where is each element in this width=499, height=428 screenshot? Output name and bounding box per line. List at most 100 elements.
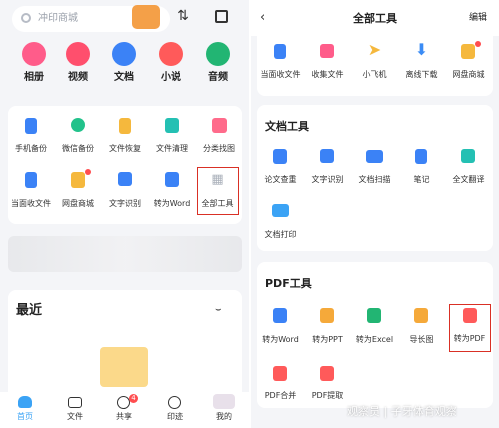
tool-notes[interactable]: 笔记: [398, 149, 445, 189]
tool-all-tools[interactable]: ▦ 全部工具: [197, 167, 239, 215]
edit-button[interactable]: 编辑: [469, 14, 487, 23]
top-icon-album[interactable]: 相册: [19, 42, 49, 88]
pdf-section-title: PDF工具: [265, 277, 312, 290]
tool-label: 文档打印: [264, 230, 297, 239]
folder-icon: [68, 397, 82, 408]
tool-phone-backup[interactable]: 手机备份: [8, 118, 54, 158]
tool-file-recovery[interactable]: 文件恢复: [102, 118, 148, 158]
tool-offline-download[interactable]: ⬇ 离线下载: [398, 40, 445, 84]
top-icon-novel[interactable]: 小说: [156, 42, 186, 88]
tool-to-word[interactable]: 转为Word: [149, 172, 195, 212]
tool-label: 网盘商城: [452, 70, 485, 79]
tool-pdf-to-excel[interactable]: 转为Excel: [351, 308, 398, 348]
promo-badge[interactable]: [132, 5, 160, 29]
document-icon: [112, 42, 136, 66]
plagiarism-icon: [273, 149, 287, 164]
tool-receive-file[interactable]: 当面收文件: [257, 44, 304, 84]
eye-closed-icon[interactable]: ⌣: [215, 305, 222, 315]
album-label: 相册: [24, 72, 44, 83]
excel-icon: [367, 308, 381, 323]
transfer-icon[interactable]: ⇅: [174, 9, 192, 23]
tool-plagiarism-check[interactable]: 论文查重: [257, 149, 304, 189]
novel-label: 小说: [161, 72, 181, 83]
translate-icon: [461, 149, 475, 163]
nav-label: 首页: [17, 412, 33, 421]
tool-small-plane[interactable]: ➤ 小飞机: [351, 40, 398, 84]
nav-label: 文件: [67, 412, 83, 421]
tool-find-picture[interactable]: 分类找图: [196, 118, 242, 158]
nav-traces[interactable]: 印迹: [160, 396, 190, 426]
watermark: 观察员 | 子牙体育观察: [347, 405, 457, 418]
document-label: 文档: [114, 72, 134, 83]
phone-icon: [25, 118, 37, 134]
tool-pdf-merge[interactable]: PDF合并: [257, 366, 304, 406]
notes-icon: [415, 149, 427, 164]
wechat-icon: [71, 118, 85, 132]
doc-section-title: 文档工具: [265, 120, 309, 133]
blurred-banner: [8, 236, 242, 272]
share-badge: 4: [129, 394, 138, 403]
image-icon: [414, 308, 428, 323]
receive-icon: [25, 172, 37, 188]
tool-pdf-extract[interactable]: PDF提取: [304, 366, 351, 406]
tool-receive-file[interactable]: 当面收文件: [8, 172, 54, 212]
badge-dot: [85, 169, 91, 175]
ppt-icon: [320, 308, 334, 323]
top-icon-document[interactable]: 文档: [109, 42, 139, 88]
grid-icon: ▦: [211, 172, 224, 187]
paper-plane-icon: ➤: [367, 40, 382, 59]
recovery-icon: [119, 118, 131, 134]
recent-card: 最近 ⌣: [8, 290, 242, 400]
extract-icon: [320, 366, 334, 381]
tool-ocr[interactable]: 文字识别: [304, 149, 351, 189]
tool-collect-file[interactable]: 收集文件: [304, 44, 351, 84]
top-icon-audio[interactable]: 音频: [203, 42, 233, 88]
planet-icon: [168, 396, 181, 409]
tool-ocr[interactable]: 文字识别: [102, 172, 148, 212]
doc-tools-card: 文档工具 论文查重 文字识别 文档扫描 笔记 全文翻译 文档打印: [257, 105, 493, 251]
scan-icon[interactable]: [215, 10, 228, 23]
right-panel: ‹ 全部工具 编辑 当面收文件 收集文件 ➤ 小飞机 ⬇ 离线下载 网盘商城 文…: [251, 0, 499, 428]
album-icon: [22, 42, 46, 66]
tool-label: 分类找图: [203, 144, 235, 153]
tool-doc-scan[interactable]: 文档扫描: [351, 149, 398, 189]
tool-long-image[interactable]: 导长图: [398, 308, 445, 348]
tool-label: 导长图: [409, 335, 434, 344]
tool-label: 全文翻译: [452, 175, 485, 184]
tool-cloud-mall[interactable]: 网盘商城: [55, 169, 101, 212]
search-input: 冲印商城: [38, 13, 78, 24]
merge-icon: [273, 366, 287, 381]
nav-label: 我的: [216, 412, 232, 421]
badge-dot: [475, 41, 481, 47]
tool-label: 转为Word: [153, 199, 191, 208]
mall-icon: [71, 172, 85, 188]
pdf-tools-card: PDF工具 转为Word 转为PPT 转为Excel 导长图 转为PDF PDF…: [257, 262, 493, 408]
nav-mine[interactable]: 我的: [209, 394, 239, 426]
mall-icon: [461, 44, 475, 59]
tool-wechat-backup[interactable]: 微信备份: [55, 118, 101, 158]
tool-doc-print[interactable]: 文档打印: [257, 203, 304, 243]
printer-icon: [272, 204, 289, 217]
tool-to-pdf[interactable]: 转为PDF: [449, 304, 491, 352]
back-icon[interactable]: ‹: [260, 11, 265, 24]
tool-pdf-to-ppt[interactable]: 转为PPT: [304, 308, 351, 348]
recent-title: 最近: [16, 303, 43, 318]
download-icon: ⬇: [414, 40, 429, 59]
avatar: [213, 394, 235, 409]
novel-icon: [159, 42, 183, 66]
tool-pdf-to-word[interactable]: 转为Word: [257, 308, 304, 348]
nav-files[interactable]: 文件: [60, 396, 90, 426]
tool-file-cleanup[interactable]: 文件清理: [149, 118, 195, 158]
top-tools-card: 当面收文件 收集文件 ➤ 小飞机 ⬇ 离线下载 网盘商城: [257, 36, 493, 96]
nav-home[interactable]: 首页: [10, 396, 40, 426]
scanner-icon: [366, 150, 383, 163]
nav-share[interactable]: 4 共享: [109, 394, 139, 426]
tool-translate[interactable]: 全文翻译: [445, 149, 492, 189]
picture-icon: [212, 118, 227, 133]
empty-box-illustration: [100, 347, 148, 387]
tool-cloud-mall[interactable]: 网盘商城: [445, 41, 492, 84]
ocr-icon: [118, 172, 132, 186]
top-icon-video[interactable]: 视频: [63, 42, 93, 88]
trash-icon: [165, 118, 179, 133]
tools-card: 手机备份 微信备份 文件恢复 文件清理 分类找图 当面收文件 网盘商城 文字识别…: [8, 106, 242, 224]
